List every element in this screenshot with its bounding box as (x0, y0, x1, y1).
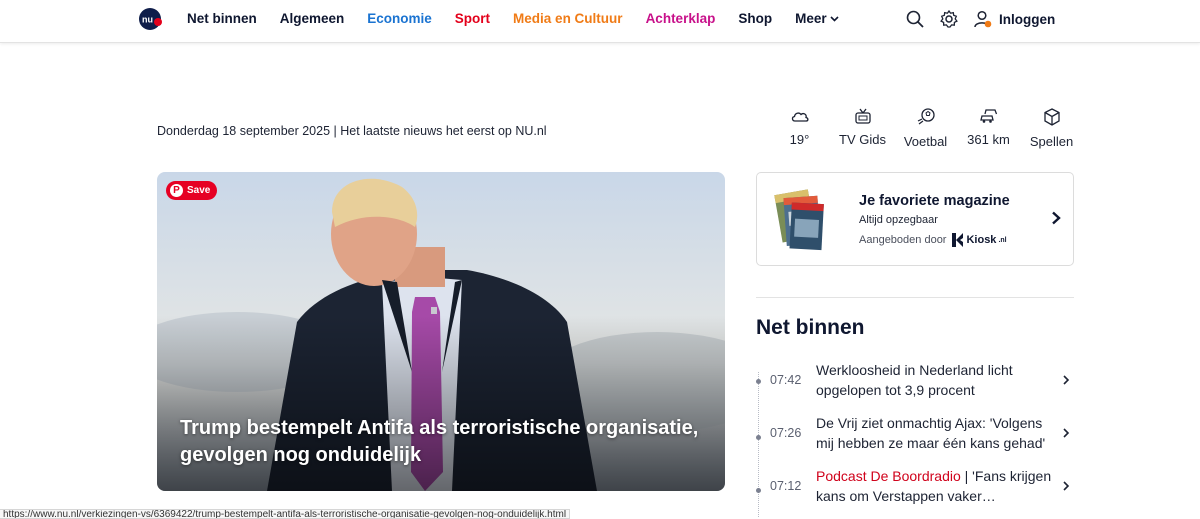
pinterest-save-button[interactable]: P Save (166, 181, 218, 200)
widget-weather[interactable]: 19° (768, 108, 831, 149)
podcast-label: Podcast De Boordradio (816, 468, 961, 484)
dateline: Donderdag 18 september 2025 | Het laatst… (157, 124, 547, 138)
status-bar-url: https://www.nu.nl/verkiezingen-vs/636942… (0, 509, 571, 519)
user-icon (974, 10, 992, 28)
tv-icon (854, 108, 871, 124)
magazine-stack-image (774, 189, 824, 251)
nav-sport[interactable]: Sport (455, 11, 490, 26)
nav-achterklap[interactable]: Achterklap (646, 11, 716, 26)
widget-tv-gids-label: TV Gids (839, 132, 886, 147)
chevron-right-icon (1052, 211, 1061, 225)
nav-meer[interactable]: Meer (795, 11, 839, 26)
widget-voetbal-label: Voetbal (903, 134, 948, 149)
gear-icon[interactable] (939, 9, 959, 29)
soccer-icon (917, 108, 935, 125)
svg-text:nu: nu (142, 15, 153, 25)
kiosk-logo: Kiosk .nl (952, 233, 1007, 247)
login-button[interactable]: Inloggen (973, 9, 1055, 29)
cloud-icon (791, 112, 809, 122)
news-headline: Werkloosheid in Nederland licht opgelope… (816, 362, 1013, 398)
nav-economie[interactable]: Economie (367, 11, 432, 26)
widget-traffic-label: 361 km (967, 132, 1010, 147)
nav-net-binnen[interactable]: Net binnen (187, 11, 257, 26)
news-time: 07:26 (770, 426, 802, 440)
news-time: 07:12 (770, 479, 802, 493)
widget-voetbal[interactable]: Voetbal (894, 108, 957, 149)
chevron-down-icon (830, 16, 839, 22)
kiosk-suffix: .nl (998, 236, 1007, 244)
header-actions: Inloggen (905, 9, 1055, 29)
magazine-subtitle: Altijd opzegbaar (859, 214, 938, 226)
timeline-dot (756, 488, 761, 493)
chevron-right-icon (1063, 481, 1070, 491)
nav-meer-label: Meer (795, 11, 827, 26)
widget-bar: 19° TV Gids Voetbal 361 km Spellen (768, 108, 1083, 149)
section-divider (756, 297, 1074, 298)
widget-traffic[interactable]: 361 km (957, 108, 1020, 149)
traffic-icon (979, 109, 997, 123)
news-headline: Podcast De Boordradio | 'Fans krijgen ka… (816, 466, 1056, 506)
login-label: Inloggen (999, 11, 1056, 27)
news-item[interactable]: 07:42 Werkloosheid in Nederland licht op… (756, 360, 1074, 404)
top-navigation-bar: nu Net binnen Algemeen Economie Sport Me… (0, 0, 1200, 43)
chevron-right-icon (1063, 375, 1070, 385)
news-item[interactable]: 07:12 Podcast De Boordradio | 'Fans krij… (756, 466, 1074, 510)
news-item[interactable]: 07:26 De Vrij ziet onmachtig Ajax: 'Volg… (756, 413, 1074, 457)
news-time: 07:42 (770, 373, 802, 387)
widget-spellen-label: Spellen (1029, 134, 1074, 149)
magazine-title: Je favoriete magazine (859, 193, 1010, 209)
cube-icon (1043, 108, 1060, 126)
hero-headline[interactable]: Trump bestempelt Antifa als terroristisc… (180, 415, 700, 469)
magazine-promo[interactable]: Je favoriete magazine Altijd opzegbaar A… (756, 172, 1074, 266)
offered-by-label: Aangeboden door (859, 234, 947, 246)
timeline-dot (756, 435, 761, 440)
save-label: Save (187, 185, 211, 196)
pinterest-icon: P (170, 184, 183, 197)
kiosk-k-icon (952, 233, 964, 247)
widget-tv-gids[interactable]: TV Gids (831, 108, 894, 149)
chevron-right-icon (1063, 428, 1070, 438)
magazine-offered-by: Aangeboden door Kiosk .nl (859, 233, 1007, 247)
widget-weather-label: 19° (789, 132, 810, 147)
nu-logo[interactable]: nu (139, 8, 163, 30)
widget-spellen[interactable]: Spellen (1020, 108, 1083, 149)
search-icon[interactable] (905, 9, 925, 29)
main-nav: Net binnen Algemeen Economie Sport Media… (187, 11, 862, 26)
nav-media-en-cultuur[interactable]: Media en Cultuur (513, 11, 623, 26)
nav-algemeen[interactable]: Algemeen (280, 11, 345, 26)
nav-shop[interactable]: Shop (738, 11, 772, 26)
kiosk-brand: Kiosk (966, 234, 997, 246)
news-headline: De Vrij ziet onmachtig Ajax: 'Volgens mi… (816, 415, 1046, 451)
hero-article[interactable]: P Save Trump bestempelt Antifa als terro… (157, 172, 725, 491)
timeline-dot (756, 379, 761, 384)
net-binnen-title: Net binnen (756, 316, 865, 339)
